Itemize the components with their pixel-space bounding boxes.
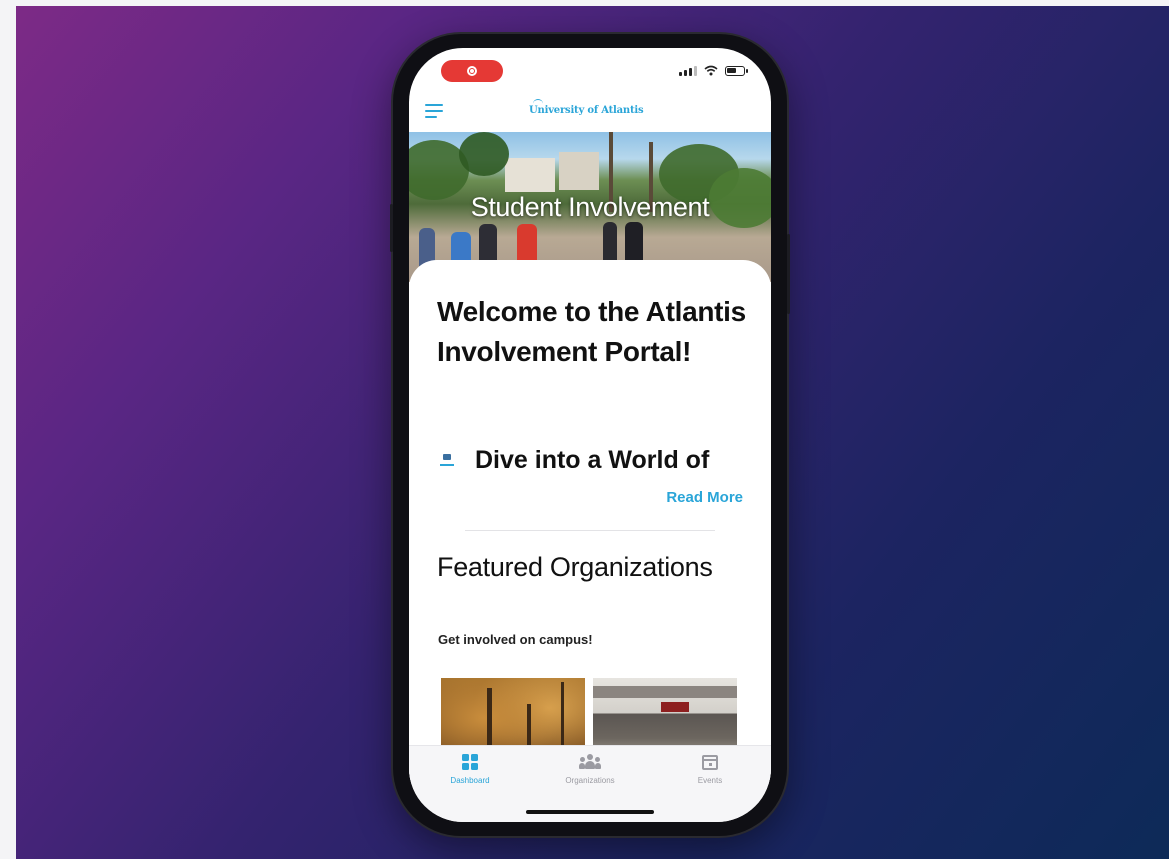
phone-screen: University of Atlantis Student Involveme… xyxy=(409,48,771,822)
dashboard-grid-icon xyxy=(462,754,478,770)
volume-button xyxy=(390,204,393,252)
read-more-link[interactable]: Read More xyxy=(666,489,743,506)
tree xyxy=(459,132,509,176)
bottom-tab-bar: Dashboard Organizations Events xyxy=(409,745,771,822)
teaser-text: Dive into a World of xyxy=(475,446,710,474)
calendar-icon xyxy=(702,755,718,770)
people-group-icon xyxy=(579,754,601,770)
battery-icon xyxy=(725,66,748,76)
campus-building xyxy=(505,158,555,192)
home-indicator[interactable] xyxy=(526,810,654,814)
recording-indicator[interactable] xyxy=(441,60,503,82)
campus-building xyxy=(559,152,599,190)
welcome-teaser: Dive into a World of xyxy=(437,440,747,474)
wifi-icon xyxy=(704,65,718,76)
status-bar xyxy=(409,48,771,92)
university-logo[interactable]: University of Atlantis xyxy=(529,105,644,116)
tab-label: Organizations xyxy=(565,776,615,785)
tab-organizations[interactable]: Organizations xyxy=(540,754,640,794)
welcome-heading: Welcome to the Atlantis Involvement Port… xyxy=(437,296,746,367)
app-header: University of Atlantis xyxy=(409,92,771,132)
section-divider xyxy=(465,530,715,531)
power-button xyxy=(787,234,790,314)
tab-label: Dashboard xyxy=(450,776,490,785)
promo-background: University of Atlantis Student Involveme… xyxy=(16,6,1169,859)
status-icons xyxy=(679,64,748,76)
featured-subtitle: Get involved on campus! xyxy=(438,632,593,647)
phone-frame: University of Atlantis Student Involveme… xyxy=(390,34,790,836)
cellular-signal-icon xyxy=(679,66,697,76)
pennant-icon xyxy=(440,452,454,466)
welcome-card: Welcome to the Atlantis Involvement Port… xyxy=(409,260,771,780)
tab-label: Events xyxy=(697,776,723,785)
tab-events[interactable]: Events xyxy=(660,754,760,794)
tab-dashboard[interactable]: Dashboard xyxy=(420,754,520,794)
record-icon xyxy=(467,66,477,76)
hamburger-menu-icon[interactable] xyxy=(425,104,443,118)
featured-title: Featured Organizations xyxy=(437,552,713,582)
hero-title: Student Involvement xyxy=(470,192,710,222)
